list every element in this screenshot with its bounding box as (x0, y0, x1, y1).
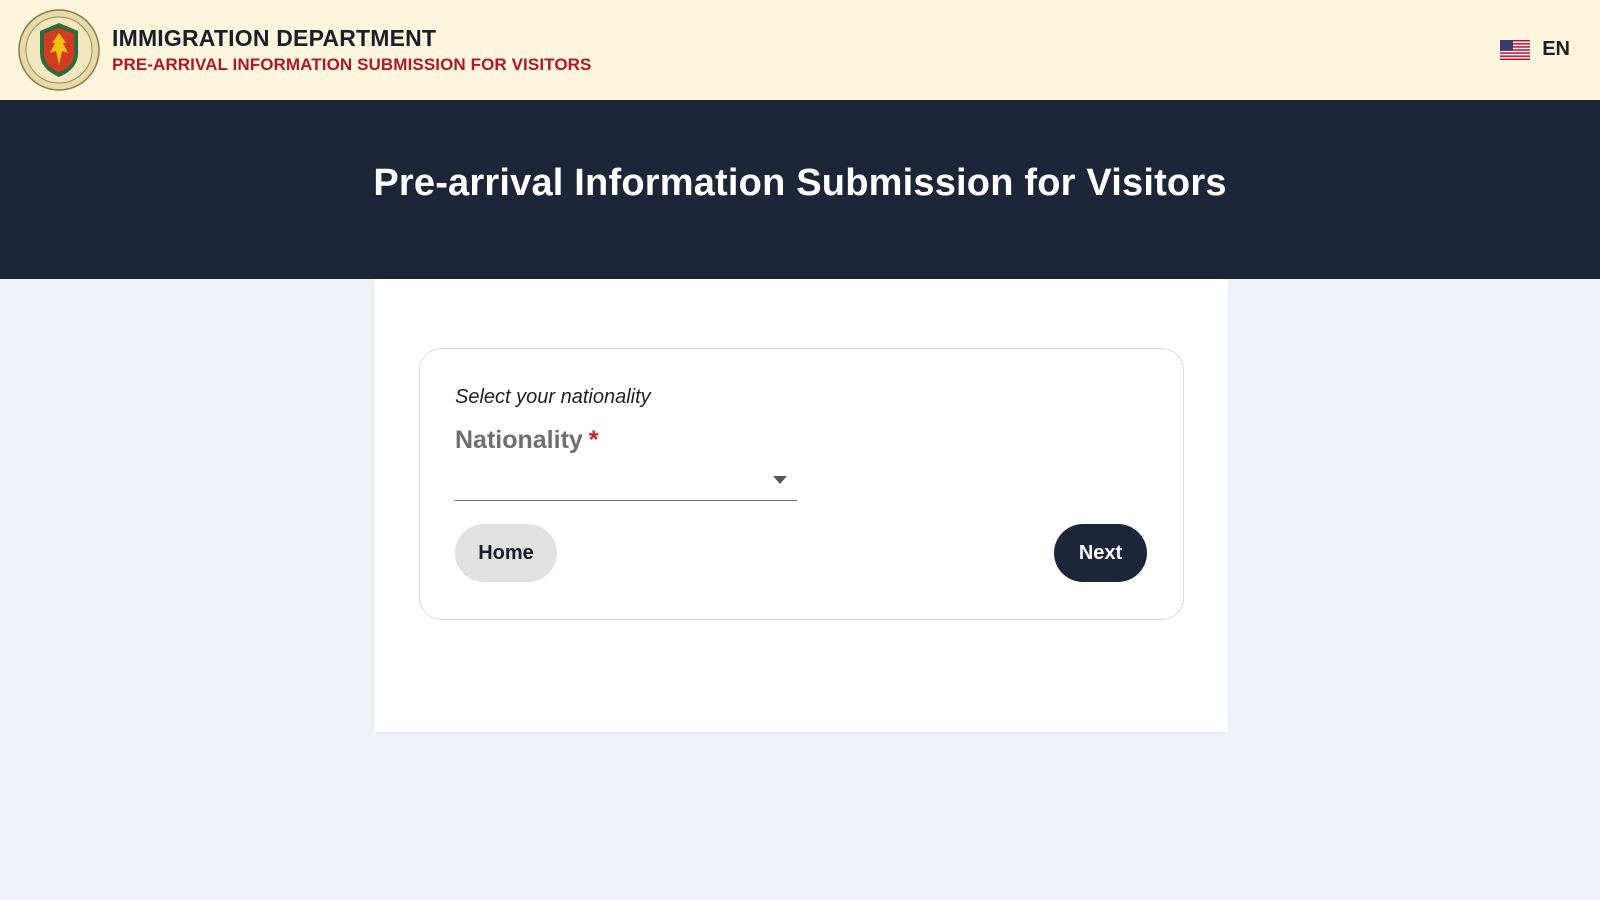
nationality-label-text: Nationality (455, 426, 583, 454)
department-title: IMMIGRATION DEPARTMENT (112, 25, 437, 51)
chevron-down-icon[interactable] (773, 476, 787, 484)
immigration-emblem-icon (18, 9, 100, 91)
language-selector[interactable]: EN (1500, 38, 1570, 61)
content-panel: Select your nationality Nationality * Hom… (374, 279, 1228, 732)
hero-banner: Pre-arrival Information Submission for V… (0, 100, 1600, 279)
language-label: EN (1542, 38, 1570, 60)
us-flag-icon (1500, 39, 1531, 60)
top-bar: IMMIGRATION DEPARTMENT PRE-ARRIVAL INFOR… (0, 0, 1600, 100)
required-mark: * (588, 426, 599, 454)
form-hint: Select your nationality (455, 386, 651, 408)
page-title: Pre-arrival Information Submission for V… (373, 162, 1227, 204)
nationality-label: Nationality * (455, 426, 599, 455)
home-button[interactable]: Home (455, 524, 557, 582)
department-subtitle: PRE-ARRIVAL INFORMATION SUBMISSION FOR V… (112, 55, 592, 74)
nationality-form-card: Select your nationality Nationality * Hom… (419, 348, 1184, 620)
brand: IMMIGRATION DEPARTMENT PRE-ARRIVAL INFOR… (112, 24, 591, 76)
next-button[interactable]: Next (1054, 524, 1147, 582)
nationality-select[interactable] (455, 461, 797, 501)
